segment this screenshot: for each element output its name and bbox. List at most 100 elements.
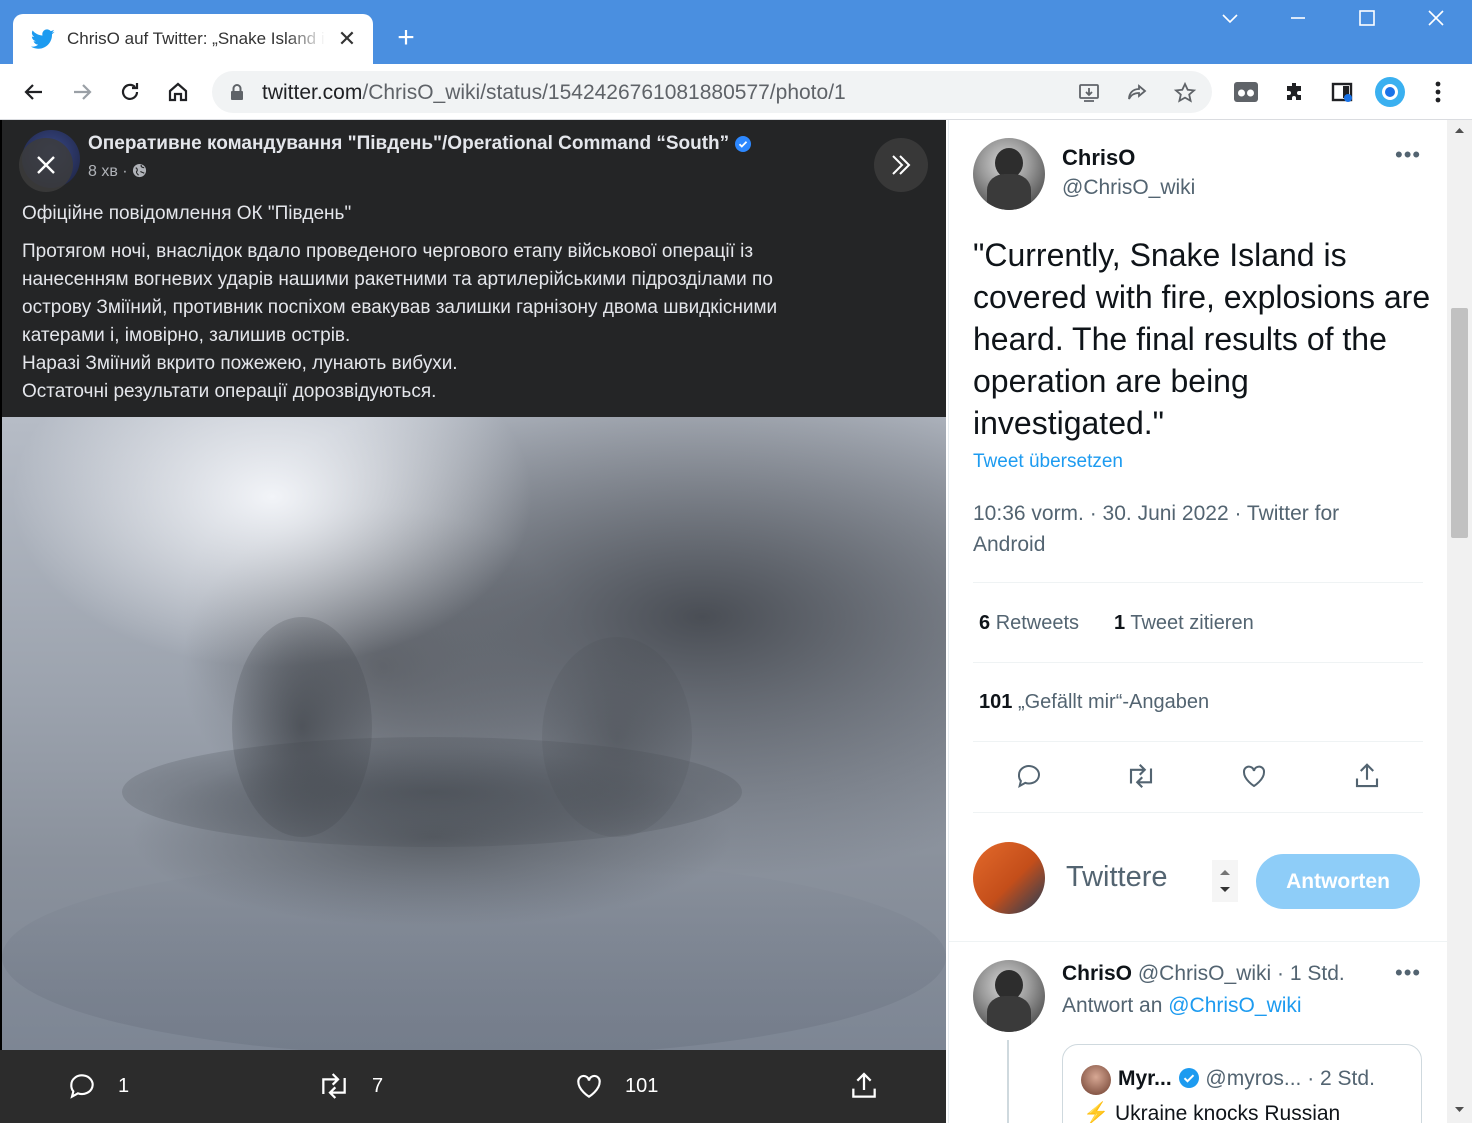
profile-avatar-icon[interactable] bbox=[1374, 76, 1406, 108]
author-avatar[interactable] bbox=[973, 138, 1045, 210]
share-icon[interactable] bbox=[1124, 80, 1150, 106]
tab-search-icon[interactable] bbox=[1210, 8, 1250, 40]
reply-header[interactable]: ChrisO @ChrisO_wiki · 1 Std. bbox=[1062, 962, 1345, 986]
back-button[interactable] bbox=[18, 76, 50, 108]
home-button[interactable] bbox=[162, 76, 194, 108]
active-tab[interactable]: ChrisO auf Twitter: „Snake Island is cov… bbox=[13, 14, 373, 64]
post-line: Остаточні результати операції дорозвідую… bbox=[22, 381, 437, 402]
sea bbox=[2, 857, 946, 1050]
scroll-down-arrow-icon[interactable] bbox=[1447, 1100, 1472, 1120]
reply-input[interactable]: Twittere bbox=[1066, 861, 1168, 894]
reply-author-avatar[interactable] bbox=[973, 960, 1045, 1032]
reply-more-options-icon[interactable]: ••• bbox=[1395, 962, 1425, 986]
install-icon[interactable] bbox=[1076, 80, 1102, 106]
address-bar[interactable]: twitter.com/ChrisO_wiki/status/154242676… bbox=[212, 71, 1212, 113]
photo-action-bar: 1 7 101 bbox=[0, 1050, 946, 1123]
heart-icon bbox=[1242, 765, 1266, 788]
retweet-action[interactable]: 7 bbox=[316, 1070, 383, 1102]
avatar-graphic bbox=[973, 864, 981, 880]
divider bbox=[973, 582, 1423, 583]
reply-to: Antwort an @ChrisO_wiki bbox=[1062, 994, 1302, 1017]
retweet-icon bbox=[322, 1073, 346, 1099]
scroll-up-arrow-icon[interactable] bbox=[1447, 120, 1472, 140]
page-name: Оперативне командування "Південь"/Operat… bbox=[88, 133, 752, 155]
thread-line bbox=[1007, 1040, 1009, 1123]
like-button[interactable] bbox=[1236, 758, 1272, 794]
author-handle[interactable]: @ChrisO_wiki bbox=[1062, 176, 1195, 200]
reply-button[interactable] bbox=[1011, 758, 1047, 794]
twitter-bird-icon bbox=[31, 29, 55, 49]
quoted-tweet[interactable]: Myr... @myros... · 2 Std. ⚡ Ukraine knoc… bbox=[1062, 1044, 1422, 1123]
heart-icon bbox=[577, 1074, 601, 1098]
post-title: Офіційне повідомлення ОК "Південь" bbox=[22, 203, 352, 224]
tweet-panel: ChrisO @ChrisO_wiki ••• "Currently, Snak… bbox=[948, 120, 1472, 1123]
share-action[interactable] bbox=[848, 1070, 900, 1102]
post-line: Наразі Зміїний вкрито пожежею, лунають в… bbox=[22, 353, 458, 374]
smoke-plume bbox=[232, 617, 372, 837]
tab-close-icon[interactable]: ✕ bbox=[335, 27, 359, 51]
share-icon bbox=[852, 1072, 876, 1098]
post-line: острову Зміїний, противник поспіхом евак… bbox=[22, 297, 778, 318]
new-tab-button[interactable]: + bbox=[390, 22, 422, 54]
facebook-post-screenshot: Оперативне командування "Південь"/Operat… bbox=[2, 120, 946, 417]
close-viewer-button[interactable] bbox=[19, 138, 73, 192]
menu-kebab-icon[interactable] bbox=[1422, 76, 1454, 108]
scrollbar-thumb[interactable] bbox=[1451, 308, 1468, 538]
close-window-button[interactable] bbox=[1416, 8, 1456, 40]
tweet-meta: 10:36 vorm. · 30. Juni 2022 · Twitter fo… bbox=[973, 502, 1340, 556]
bookmark-star-icon[interactable] bbox=[1172, 80, 1198, 106]
post-time: 8 хв · bbox=[88, 163, 147, 181]
author-name[interactable]: ChrisO bbox=[1062, 145, 1135, 171]
globe-icon bbox=[132, 163, 147, 180]
tab-title: ChrisO auf Twitter: „Snake Island is cov… bbox=[67, 29, 325, 48]
reply-submit-button[interactable]: Antworten bbox=[1256, 854, 1420, 909]
extension-glasses-icon[interactable] bbox=[1230, 76, 1262, 108]
close-icon bbox=[37, 156, 55, 174]
reply-to-handle[interactable]: @ChrisO_wiki bbox=[1168, 994, 1301, 1017]
retweets-stat[interactable]: 6 Retweets bbox=[979, 612, 1079, 635]
share-icon bbox=[1355, 763, 1379, 788]
reload-button[interactable] bbox=[114, 76, 146, 108]
translate-link[interactable]: Tweet übersetzen bbox=[973, 451, 1123, 473]
quotes-stat[interactable]: 1 Tweet zitieren bbox=[1114, 612, 1254, 635]
browser-toolbar: twitter.com/ChrisO_wiki/status/154242676… bbox=[0, 64, 1472, 120]
post-line: Протягом ночі, внаслідок вдало проведено… bbox=[22, 241, 754, 262]
post-text: Протягом ночі, внаслідок вдало проведено… bbox=[22, 238, 922, 406]
toggle-sidebar-button[interactable] bbox=[874, 138, 928, 192]
lock-icon[interactable] bbox=[230, 83, 244, 101]
like-action[interactable]: 101 bbox=[573, 1070, 658, 1102]
smoke-photo bbox=[2, 417, 946, 1050]
share-button[interactable] bbox=[1349, 758, 1385, 794]
retweet-icon bbox=[1129, 763, 1153, 789]
divider bbox=[949, 941, 1472, 942]
forward-button[interactable] bbox=[66, 76, 98, 108]
quoted-avatar bbox=[1081, 1065, 1111, 1095]
smoke-plume bbox=[542, 637, 692, 837]
maximize-button[interactable] bbox=[1347, 8, 1387, 40]
divider bbox=[973, 812, 1423, 813]
likes-stat[interactable]: 101 „Gefällt mir“-Angaben bbox=[979, 691, 1209, 714]
scroll-stepper[interactable] bbox=[1212, 860, 1238, 902]
quoted-text: ⚡ Ukraine knocks Russian bbox=[1083, 1102, 1341, 1123]
reply-action[interactable]: 1 bbox=[66, 1070, 129, 1102]
extensions-puzzle-icon[interactable] bbox=[1278, 76, 1310, 108]
minimize-button[interactable] bbox=[1278, 8, 1318, 40]
reply-icon bbox=[70, 1074, 94, 1099]
tab-strip: ChrisO auf Twitter: „Snake Island is cov… bbox=[0, 0, 1472, 64]
tweet-text: "Currently, Snake Island is covered with… bbox=[973, 237, 1431, 441]
post-line: катерами і, імовірно, залишив острів. bbox=[22, 325, 351, 346]
verified-badge-icon bbox=[1178, 1067, 1200, 1090]
retweet-button[interactable] bbox=[1123, 758, 1159, 794]
double-chevron-right-icon bbox=[892, 155, 911, 175]
divider bbox=[973, 662, 1423, 663]
more-options-icon[interactable]: ••• bbox=[1395, 144, 1425, 168]
page-scrollbar[interactable] bbox=[1447, 120, 1472, 1123]
reply-icon bbox=[1017, 765, 1040, 788]
divider bbox=[973, 741, 1423, 742]
reading-list-icon[interactable] bbox=[1326, 76, 1358, 108]
url-text[interactable]: twitter.com/ChrisO_wiki/status/154242676… bbox=[262, 81, 846, 105]
media-viewer: Оперативне командування "Південь"/Operat… bbox=[0, 120, 946, 1123]
own-avatar[interactable] bbox=[973, 842, 1045, 914]
verified-badge-icon bbox=[735, 135, 752, 152]
post-body: Офіційне повідомлення ОК "Південь" Протя… bbox=[22, 200, 922, 406]
